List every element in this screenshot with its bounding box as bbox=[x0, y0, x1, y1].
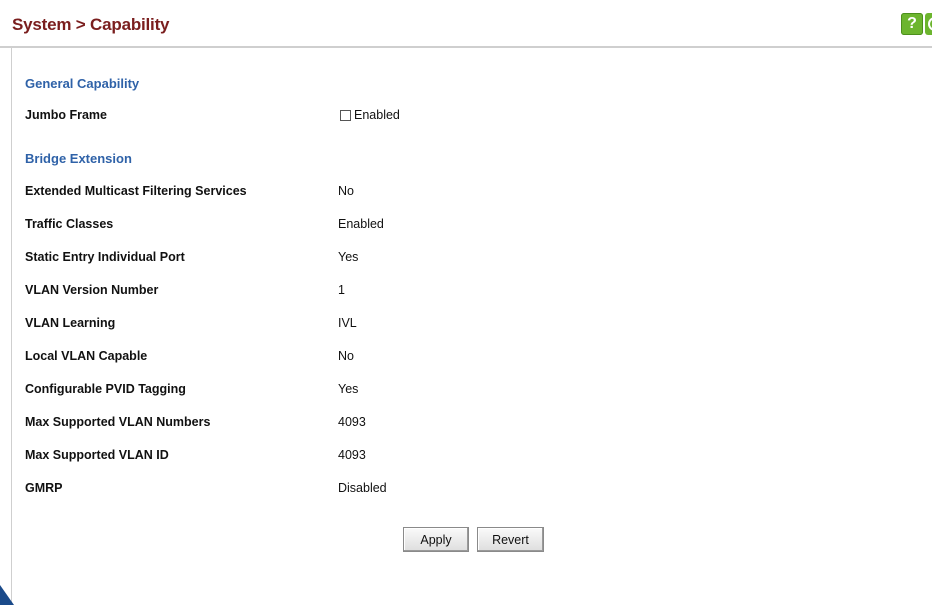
refresh-icon[interactable] bbox=[925, 13, 932, 35]
content-frame bbox=[11, 47, 932, 605]
corner-decoration bbox=[0, 585, 14, 605]
help-icon[interactable]: ? bbox=[901, 13, 923, 35]
page-title: System > Capability bbox=[12, 15, 170, 34]
page-header: System > Capability ? bbox=[0, 0, 932, 48]
